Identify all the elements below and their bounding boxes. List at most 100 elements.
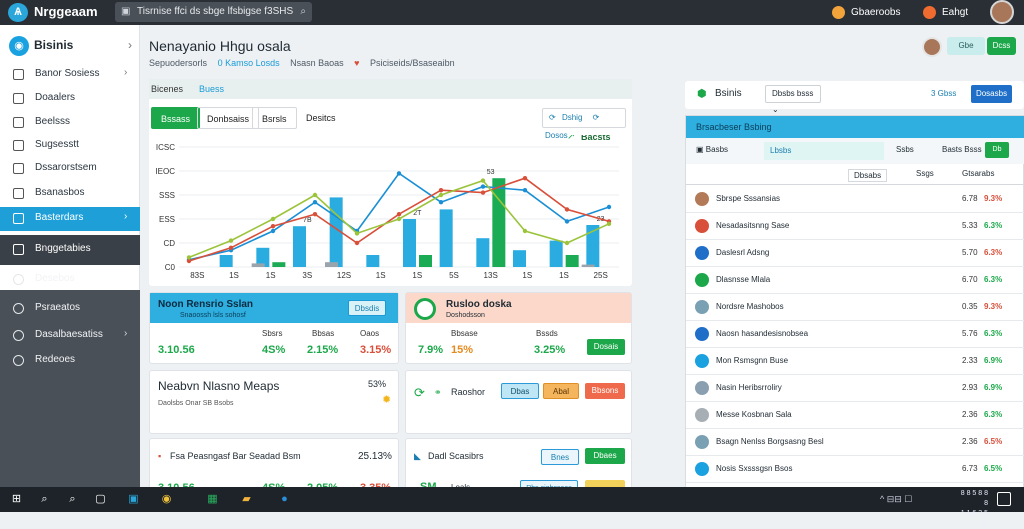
mail-icon[interactable]: ● <box>277 492 292 507</box>
table-row[interactable]: Bsagn Nenlss Borgsasng Besl 2.36 6.5% <box>686 429 1024 456</box>
sidebar-item-6[interactable]: Bsanasbos <box>0 182 140 206</box>
sidebar-item-9[interactable]: Desebos <box>0 268 140 292</box>
bar <box>219 255 233 267</box>
bar <box>272 262 286 267</box>
table-row[interactable]: Dlasnsse Mlala 6.70 6.3% <box>686 267 1024 294</box>
card-1-value: 3.15% <box>360 344 392 356</box>
column-header[interactable]: Dbsabs <box>848 169 888 182</box>
card-2-button[interactable]: Dosais <box>587 339 625 355</box>
windows-start-icon[interactable]: ⊞ <box>9 492 24 507</box>
card-4-button-2[interactable]: Abal <box>543 383 579 399</box>
line-point <box>606 221 612 226</box>
x-tick-label: 1S <box>229 271 239 280</box>
card-6-secondary-button[interactable]: Bnes <box>541 449 579 465</box>
line-point <box>438 200 444 205</box>
sidebar-item-11[interactable]: Dasalbaesatiss › <box>0 324 140 348</box>
line-point <box>312 212 318 217</box>
table-filter-left[interactable]: ▣ Basbs <box>696 145 728 154</box>
table-row[interactable]: Sbrspe Sssansias 6.78 9.3% <box>686 186 1024 213</box>
system-tray[interactable]: ^ ⊟⊟ ☐ <box>880 494 912 505</box>
address-bar[interactable]: ▣ Tisrnise ffci ds sbge lfsbigse f3SHS ⌕ <box>115 2 312 22</box>
filter-select[interactable]: Dbsbs bsss ⌄ <box>765 85 821 114</box>
table-row[interactable]: Messe Kosbnan Sala 2.36 6.3% <box>686 402 1024 429</box>
chevron-right-icon: › <box>124 211 128 222</box>
filter-select-value: Dbsbs bsss <box>772 89 814 98</box>
sidebar-item-5[interactable]: Dssarorstsem <box>0 157 140 181</box>
chart-tools[interactable]: ⟳ Dshig ⟳ Dosos <box>542 108 626 140</box>
x-tick-label: 83S <box>190 271 204 280</box>
monitor-icon[interactable]: ▣ <box>126 492 141 507</box>
sidebar-item-4[interactable]: Sugsesstt <box>0 134 140 158</box>
avatar[interactable] <box>922 37 942 57</box>
table-action-button[interactable]: Db <box>985 142 1009 158</box>
table-row[interactable]: Naosn hasandesisnobsea 5.76 6.3% <box>686 321 1024 348</box>
sidebar-brand[interactable]: ◉ Bisinis › <box>6 35 136 57</box>
card-1-title: Noon Rensrio Sslan <box>158 299 254 310</box>
sidebar-item-1[interactable]: Banor Sosiess › <box>0 63 140 87</box>
table-row[interactable]: Nasin Heribsrroliry 2.93 6.9% <box>686 375 1024 402</box>
table-row[interactable]: Nesadasitsnng Sase 5.33 6.3% <box>686 213 1024 240</box>
table-row[interactable]: Daslesrl Adsng 5.70 6.3% <box>686 240 1024 267</box>
card-4-button-1[interactable]: Dbas <box>501 383 539 399</box>
table-row[interactable]: Nosis Sxsssgsn Bsos 6.73 6.5% <box>686 456 1024 483</box>
row-value: 6.78 <box>962 194 978 203</box>
spreadsheet-icon[interactable]: ▦ <box>205 492 220 507</box>
card-1-button[interactable]: Dbsdis <box>348 300 386 316</box>
page-icon: ▣ <box>696 145 704 154</box>
folder-icon[interactable]: ▰ <box>239 492 254 507</box>
sidebar-item-8[interactable]: Bnggetabies <box>0 235 140 265</box>
avatar[interactable] <box>990 0 1014 24</box>
search-icon[interactable]: ⌕ <box>300 2 306 22</box>
tab-3[interactable]: Bsrsls <box>252 107 297 129</box>
crumb-2[interactable]: 0 Kamso Losds <box>218 58 280 68</box>
sidebar-item-10[interactable]: Psraeatos <box>0 297 140 321</box>
avatar <box>695 273 709 287</box>
browser-icon[interactable]: ◉ <box>159 492 174 507</box>
tab-1[interactable]: Bssass <box>151 107 201 129</box>
table-title: Brsacbeser Bsbing <box>696 122 772 132</box>
crumb-4[interactable]: Psiciseids/Bsaseaibn <box>370 58 455 68</box>
search-icon[interactable]: ⌕ <box>37 492 52 507</box>
crumb-1[interactable]: Sepuodersorls <box>149 58 207 68</box>
tab-2[interactable]: Donbsaiss <box>197 107 260 129</box>
header-secondary-button[interactable]: Gbe <box>947 37 985 55</box>
sun-icon: ✹ <box>382 394 392 406</box>
leaf-icon: ⟳ <box>414 385 425 400</box>
column-header[interactable]: Gtsarabs <box>962 169 994 178</box>
user-menu-2[interactable]: Eahgt <box>923 3 968 22</box>
user-menu-1[interactable]: Gbaeroobs <box>832 3 900 22</box>
table-filter-right-2[interactable]: Basts Bsss <box>942 145 982 154</box>
clock[interactable]: 8 8 5 8 8 8 1 1 6 3 5 1 <box>958 489 988 529</box>
line-point <box>480 190 486 195</box>
tab-4[interactable]: Desitcs <box>297 107 345 129</box>
sidebar-item-7[interactable]: Basterdars › <box>0 207 140 231</box>
right-panel-button[interactable]: Dosasbs <box>971 85 1012 103</box>
table-filter-mid[interactable]: Lbsbs <box>764 142 884 160</box>
check-icon <box>414 298 436 320</box>
header-primary-button[interactable]: Dcss <box>987 37 1016 55</box>
sidebar-item-2[interactable]: Doaalers <box>0 87 140 111</box>
column-header[interactable]: Ssgs <box>916 169 934 178</box>
notification-icon[interactable] <box>997 492 1011 506</box>
table-filter-right[interactable]: Ssbs <box>896 145 914 154</box>
bar <box>581 264 595 267</box>
card-4-button-3[interactable]: Bbsons <box>585 383 625 399</box>
card-3-sub: Daolsbs Onar SB Bsobs <box>158 400 234 407</box>
sidebar-item-3[interactable]: Beelsss <box>0 111 140 135</box>
task-view-icon[interactable]: ▢ <box>93 492 108 507</box>
row-name: Nosis Sxsssgsn Bsos <box>716 464 793 473</box>
card-6-button[interactable]: Dbaes <box>585 448 625 464</box>
lock-icon <box>13 188 24 199</box>
table-row[interactable]: Nordsre Mashobos 0.35 9.3% <box>686 294 1024 321</box>
sidebar-item-12[interactable]: Redeoes <box>0 349 140 373</box>
row-change: 6.9% <box>984 356 1003 365</box>
table-row[interactable]: Mon Rsmsgnn Buse 2.33 6.9% <box>686 348 1024 375</box>
crumb-3[interactable]: Nsasn Baoas <box>290 58 344 68</box>
row-change: 9.3% <box>984 194 1003 203</box>
chart-icon <box>13 213 24 224</box>
line-point <box>396 171 402 176</box>
line-point <box>186 255 192 260</box>
app-logo-icon[interactable]: Ѧ <box>8 3 28 22</box>
search-icon[interactable]: ⌕ <box>65 492 80 507</box>
clock-time: 8 8 5 8 8 8 <box>960 490 988 507</box>
